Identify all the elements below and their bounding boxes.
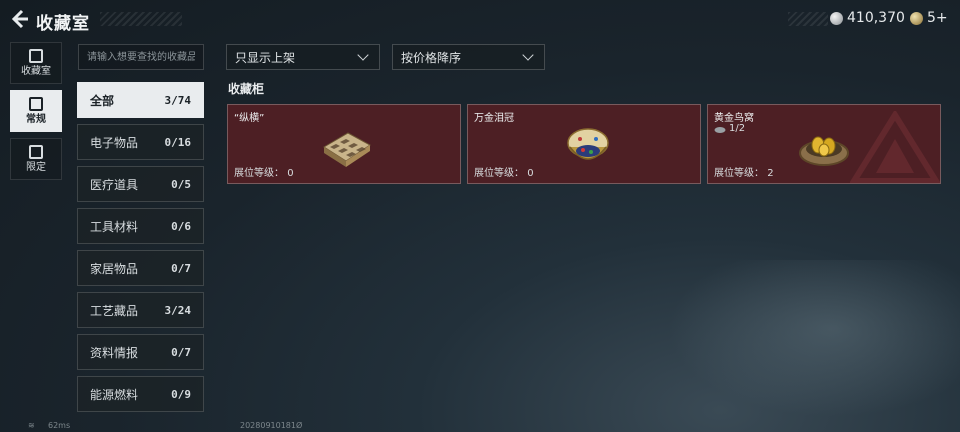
sort-dropdown[interactable]: 按价格降序 bbox=[392, 44, 545, 70]
card-level: 展位等级： 0 bbox=[234, 164, 294, 179]
regular-icon bbox=[29, 97, 43, 111]
chessboard-icon bbox=[323, 132, 371, 167]
card-level-value: 2 bbox=[767, 168, 774, 179]
gold-currency-value: 5+ bbox=[927, 10, 948, 26]
sort-value: 按价格降序 bbox=[401, 50, 462, 65]
category-medical[interactable]: 医疗道具 0/5 bbox=[77, 166, 204, 202]
jeweled-egg-icon bbox=[567, 128, 609, 160]
gold-currency[interactable]: 5+ bbox=[910, 10, 948, 26]
category-label: 工具材料 bbox=[90, 219, 139, 234]
category-label: 能源燃料 bbox=[90, 387, 139, 402]
category-count: 3/74 bbox=[164, 93, 192, 107]
golden-nest-icon bbox=[799, 136, 849, 166]
card-level-label: 展位等级： bbox=[714, 168, 764, 179]
card-name: 黄金鸟窝 bbox=[714, 113, 754, 124]
card-level-label: 展位等级： bbox=[234, 168, 284, 179]
nav-item-collection-room[interactable]: 收藏室 bbox=[10, 42, 62, 84]
wifi-icon: ≋ bbox=[28, 421, 35, 430]
search-input[interactable] bbox=[78, 44, 204, 70]
status-footer: ≋ 62ms 20280910181Ø bbox=[0, 420, 960, 432]
header: 收藏室 410,370 5+ bbox=[0, 0, 960, 38]
category-count: 0/7 bbox=[171, 345, 191, 359]
nav-item-label: 限定 bbox=[26, 162, 46, 173]
back-button[interactable] bbox=[8, 8, 30, 30]
category-tools[interactable]: 工具材料 0/6 bbox=[77, 208, 204, 244]
silver-currency[interactable]: 410,370 bbox=[830, 10, 905, 26]
silver-currency-value: 410,370 bbox=[847, 10, 905, 26]
brand-watermark-icon bbox=[850, 111, 940, 183]
category-energy[interactable]: 能源燃料 0/9 bbox=[77, 376, 204, 412]
collection-card[interactable]: “纵横” 展位等级： 0 bbox=[227, 104, 461, 184]
category-electronics[interactable]: 电子物品 0/16 bbox=[77, 124, 204, 160]
chevron-left-icon bbox=[11, 9, 28, 29]
title-decoration bbox=[100, 12, 182, 26]
shelf-filter-dropdown[interactable]: 只显示上架 bbox=[226, 44, 380, 70]
nav-item-regular[interactable]: 常规 bbox=[10, 90, 62, 132]
card-level-label: 展位等级： bbox=[474, 168, 524, 179]
nest-icon bbox=[714, 126, 726, 133]
card-progress-value: 1/2 bbox=[729, 123, 746, 134]
collection-room-icon bbox=[29, 49, 43, 63]
nav-item-limited[interactable]: 限定 bbox=[10, 138, 62, 180]
ping-value: 62ms bbox=[48, 421, 71, 430]
category-count: 0/9 bbox=[171, 387, 191, 401]
category-label: 资料情报 bbox=[90, 345, 139, 360]
category-label: 全部 bbox=[90, 93, 115, 108]
chevron-down-icon bbox=[357, 49, 369, 61]
chevron-down-icon bbox=[522, 49, 534, 61]
shelf-filter-value: 只显示上架 bbox=[235, 50, 296, 65]
category-count: 0/16 bbox=[164, 135, 192, 149]
category-label: 工艺藏品 bbox=[90, 303, 139, 318]
category-count: 0/6 bbox=[171, 219, 191, 233]
collection-card[interactable]: 黄金鸟窝 1/2 展位等级： 2 bbox=[707, 104, 941, 184]
page-title: 收藏室 bbox=[36, 14, 90, 34]
category-intel[interactable]: 资料情报 0/7 bbox=[77, 334, 204, 370]
card-progress: 1/2 bbox=[714, 123, 745, 134]
category-count: 0/5 bbox=[171, 177, 191, 191]
category-label: 家居物品 bbox=[90, 261, 139, 276]
nav-item-label: 常规 bbox=[26, 114, 46, 125]
currency-decoration bbox=[788, 12, 828, 26]
category-label: 电子物品 bbox=[90, 135, 139, 150]
collection-card[interactable]: 万金泪冠 展位等级： 0 bbox=[467, 104, 701, 184]
limited-icon bbox=[29, 145, 43, 159]
nav-item-label: 收藏室 bbox=[21, 66, 51, 77]
build-id: 20280910181Ø bbox=[240, 421, 303, 430]
category-count: 3/24 bbox=[164, 303, 192, 317]
card-level-value: 0 bbox=[527, 168, 534, 179]
card-name: “纵横” bbox=[234, 113, 265, 124]
category-crafts[interactable]: 工艺藏品 3/24 bbox=[77, 292, 204, 328]
card-level-value: 0 bbox=[287, 168, 294, 179]
background-decoration bbox=[640, 260, 960, 432]
category-count: 0/7 bbox=[171, 261, 191, 275]
gold-coin-icon bbox=[910, 11, 923, 25]
section-title: 收藏柜 bbox=[228, 82, 265, 96]
silver-coin-icon bbox=[830, 11, 843, 25]
category-all[interactable]: 全部 3/74 bbox=[77, 82, 204, 118]
category-label: 医疗道具 bbox=[90, 177, 139, 192]
category-household[interactable]: 家居物品 0/7 bbox=[77, 250, 204, 286]
card-level: 展位等级： 2 bbox=[714, 164, 774, 179]
card-name: 万金泪冠 bbox=[474, 113, 514, 124]
card-level: 展位等级： 0 bbox=[474, 164, 534, 179]
